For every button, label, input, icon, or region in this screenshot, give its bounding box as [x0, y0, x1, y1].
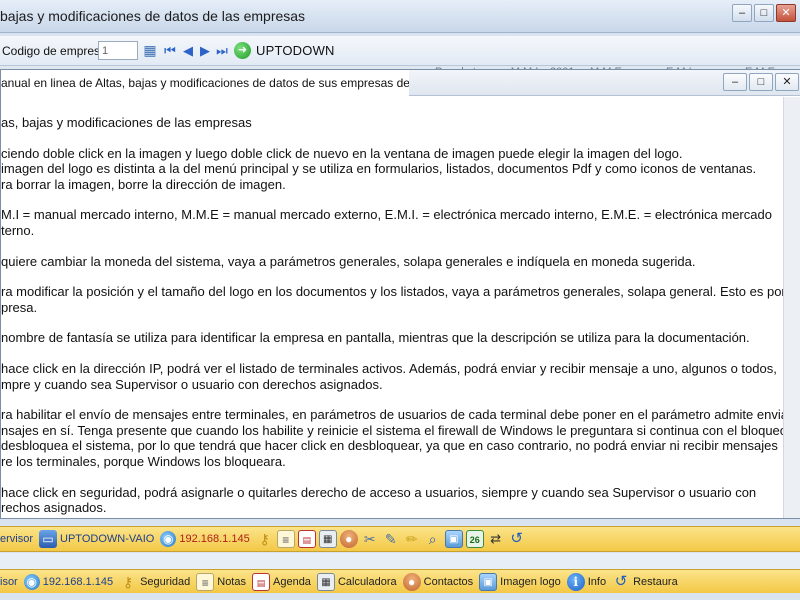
info-button[interactable]: i Info	[566, 572, 606, 591]
help-heading: as, bajas y modificaciones de las empres…	[1, 115, 252, 130]
help-paragraph: M.I = manual mercado interno, M.M.E = ma…	[1, 207, 772, 238]
user-role-bottom: isor	[0, 575, 18, 588]
restore-icon: ↺	[614, 572, 628, 590]
maximize-button[interactable]: □	[754, 4, 774, 22]
restore-icon[interactable]: ↺	[508, 530, 526, 548]
network-icon[interactable]: ⇄	[487, 530, 505, 548]
main-window-title: bajas y modificaciones de datos de las e…	[0, 8, 306, 24]
image-icon[interactable]: ▣	[444, 530, 463, 548]
help-scrollbar[interactable]	[783, 97, 800, 518]
minimize-button[interactable]: –	[732, 4, 752, 22]
calendar-icon[interactable]: ▤	[297, 530, 316, 548]
close-button[interactable]: ✕	[776, 4, 796, 22]
image-icon: ▣	[479, 572, 498, 591]
help-window: anual en linea de Altas, bajas y modific…	[0, 69, 800, 519]
help-paragraph: quiere cambiar la moneda del sistema, va…	[1, 253, 696, 269]
calculator-icon: ▦	[316, 572, 335, 591]
grid-icon[interactable]: ▦	[142, 42, 158, 59]
company-name: UPTODOWN	[256, 43, 335, 58]
main-window-controls: – □ ✕	[730, 4, 796, 22]
record-toolbar: Codigo de empresa ▦ ⏮ ◀ ▶ ⏭ ➜ UPTODOWN	[0, 36, 800, 66]
globe-icon: ◉	[23, 573, 40, 590]
contacts-icon[interactable]: ●	[339, 530, 358, 548]
calendar-icon: ▤	[252, 572, 270, 591]
ip-address[interactable]: ◉ 192.168.1.145	[160, 531, 250, 547]
status-bar-bottom: isor ◉ 192.168.1.145 ⚷ Seguridad ≡ Notas…	[0, 569, 800, 593]
calculator-icon[interactable]: ▦	[318, 530, 337, 548]
next-record-icon[interactable]: ▶	[197, 42, 213, 59]
last-record-icon[interactable]: ⏭	[214, 42, 230, 59]
calculadora-button[interactable]: ▦ Calculadora	[316, 572, 397, 591]
main-window: bajas y modificaciones de datos de las e…	[0, 0, 800, 600]
help-title-bar[interactable]: anual en linea de Altas, bajas y modific…	[1, 70, 800, 96]
status-bar-top: ervisor ▭ UPTODOWN-VAIO ◉ 192.168.1.145 …	[0, 526, 800, 552]
notes-icon[interactable]: ≡	[276, 530, 295, 548]
main-title-bar[interactable]: bajas y modificaciones de datos de las e…	[0, 0, 800, 33]
notas-button[interactable]: ≡ Notas	[196, 572, 246, 591]
go-icon[interactable]: ➜	[234, 42, 251, 59]
help-paragraph: ra habilitar el envío de mensajes entre …	[1, 407, 783, 469]
globe-icon: ◉	[160, 531, 177, 547]
user-role: ervisor	[0, 533, 34, 545]
wrench-icon[interactable]: ✎	[382, 530, 400, 548]
help-paragraph: hace click en la dirección IP, podrá ver…	[1, 360, 777, 392]
info-icon: i	[566, 572, 585, 591]
restaura-button[interactable]: ↺ Restaura	[612, 573, 678, 591]
help-window-controls: – □ ✕	[721, 73, 799, 91]
help-close-button[interactable]: ✕	[775, 73, 799, 91]
contactos-button[interactable]: ● Contactos	[402, 572, 473, 591]
calendar-26-icon[interactable]: 26	[465, 530, 484, 548]
notes-icon: ≡	[196, 572, 215, 591]
tools-icon[interactable]: ✂	[361, 530, 379, 548]
help-paragraph: ra modificar la posición y el tamaño del…	[1, 284, 783, 315]
help-minimize-button[interactable]: –	[723, 73, 747, 91]
help-window-title: anual en linea de Altas, bajas y modific…	[1, 70, 409, 96]
pencil-icon[interactable]: ✏	[403, 530, 421, 548]
imagen-logo-button[interactable]: ▣ Imagen logo	[479, 572, 561, 591]
search-icon[interactable]: ⌕	[424, 530, 442, 548]
computer-name: ▭ UPTODOWN-VAIO	[39, 530, 154, 548]
status-separator	[0, 553, 800, 569]
help-paragraph: nombre de fantasía se utiliza para ident…	[1, 330, 750, 346]
company-code-label: Codigo de empresa	[2, 44, 107, 58]
ip-address-bottom[interactable]: ◉ 192.168.1.145	[23, 573, 113, 590]
contacts-icon: ●	[402, 572, 421, 591]
computer-icon: ▭	[39, 530, 58, 548]
key-icon[interactable]: ⚷	[256, 530, 274, 548]
seguridad-button[interactable]: ⚷ Seguridad	[119, 573, 190, 591]
first-record-icon[interactable]: ⏮	[162, 42, 178, 59]
prev-record-icon[interactable]: ◀	[180, 42, 196, 59]
agenda-button[interactable]: ▤ Agenda	[252, 572, 311, 591]
help-document: as, bajas y modificaciones de las empres…	[1, 97, 783, 517]
key-icon: ⚷	[122, 573, 134, 590]
help-maximize-button[interactable]: □	[749, 73, 773, 91]
company-code-input[interactable]	[98, 41, 138, 60]
help-paragraph: hace click en seguridad, podrá asignarle…	[1, 484, 757, 516]
help-paragraph: ciendo doble click en la imagen y luego …	[1, 145, 757, 192]
